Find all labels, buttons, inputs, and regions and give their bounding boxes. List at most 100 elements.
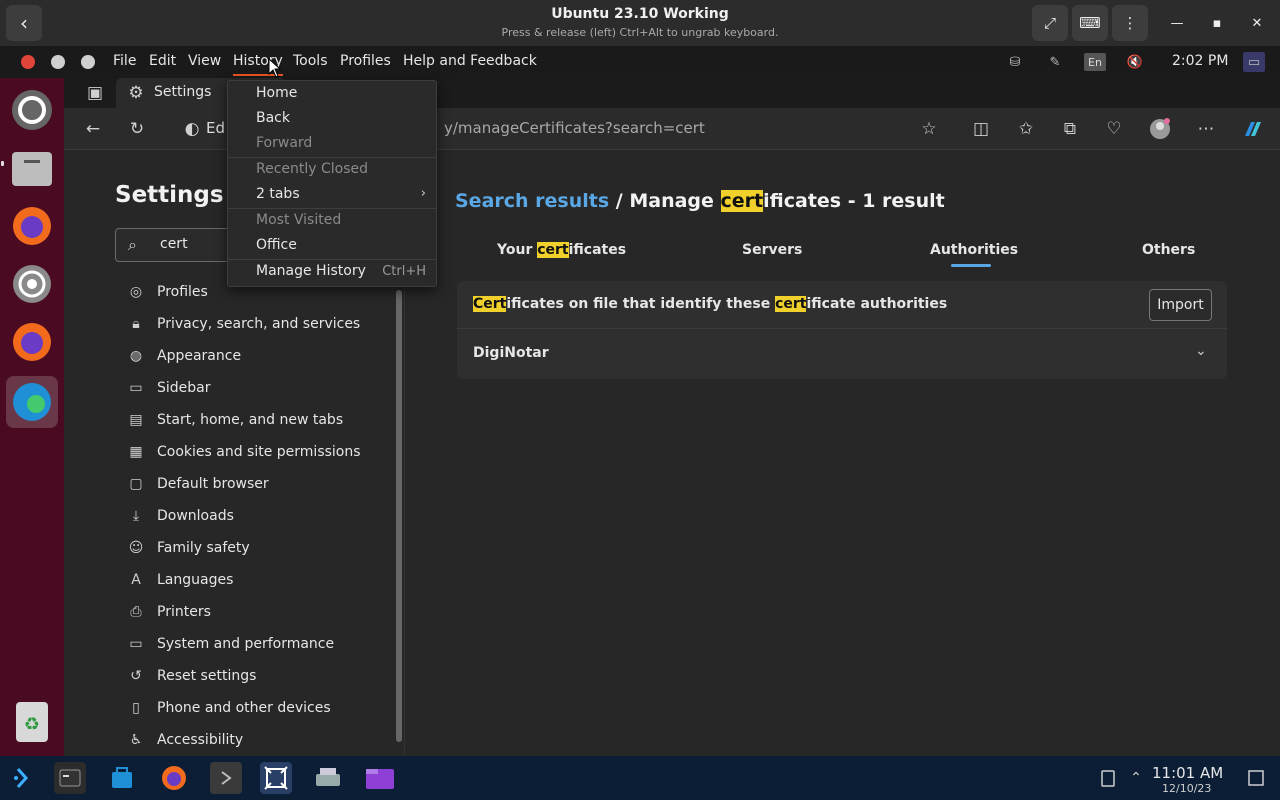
nav-sidebar[interactable]: ▭ Sidebar bbox=[126, 374, 406, 402]
history-home[interactable]: Home bbox=[228, 82, 436, 106]
dock-ubuntu-software[interactable] bbox=[6, 84, 58, 136]
volume-muted-icon[interactable]: 🔇 bbox=[1124, 52, 1146, 72]
family-icon: ☺ bbox=[128, 540, 144, 556]
host-launcher-icon[interactable] bbox=[6, 762, 38, 794]
browser-icon: ▢ bbox=[129, 476, 143, 492]
download-icon: ⤓ bbox=[132, 508, 140, 524]
collections-icon[interactable]: ⧉ bbox=[1058, 117, 1082, 141]
dock-files[interactable] bbox=[6, 142, 58, 194]
nav-downloads[interactable]: ⤓ Downloads bbox=[126, 502, 406, 530]
nav-default-browser[interactable]: ▢ Default browser bbox=[126, 470, 406, 498]
host-store-icon[interactable] bbox=[106, 762, 138, 794]
results-sep: / Manage bbox=[609, 190, 721, 212]
nav-languages[interactable]: A Languages bbox=[126, 566, 406, 594]
host-firefox-icon[interactable] bbox=[158, 762, 190, 794]
more-vertical-icon: ⋮ bbox=[1122, 14, 1138, 32]
host-folder-icon[interactable] bbox=[364, 762, 396, 794]
host-terminal-icon[interactable] bbox=[54, 762, 86, 794]
tab-actions-icon[interactable]: ▣ bbox=[83, 81, 107, 105]
favorite-star-icon[interactable]: ☆ bbox=[917, 117, 941, 141]
history-back-label: Back bbox=[256, 110, 290, 126]
window-minimize-icon[interactable] bbox=[51, 55, 65, 69]
menu-profiles[interactable]: Profiles bbox=[340, 53, 391, 69]
maximize-button[interactable]: ▪ bbox=[1204, 10, 1230, 36]
tab-others[interactable]: Others bbox=[1142, 242, 1195, 258]
menu-help[interactable]: Help and Feedback bbox=[403, 53, 537, 69]
nav-system[interactable]: ▭ System and performance bbox=[126, 630, 406, 658]
nav-phone[interactable]: ▯ Phone and other devices bbox=[126, 694, 406, 722]
close-button[interactable]: ✕ bbox=[1244, 10, 1270, 36]
split-screen-icon[interactable]: ◫ bbox=[969, 117, 993, 141]
nav-printers[interactable]: ⎙ Printers bbox=[126, 598, 406, 626]
authority-entry[interactable]: DigiNotar bbox=[473, 345, 549, 361]
files-icon bbox=[12, 152, 52, 186]
network-icon[interactable]: ⛁ bbox=[1004, 52, 1026, 72]
dock-firefox-2[interactable] bbox=[6, 316, 58, 368]
history-2-tabs[interactable]: 2 tabs › bbox=[228, 183, 436, 207]
language-icon: A bbox=[131, 572, 141, 588]
display-icon[interactable]: ▭ bbox=[1243, 52, 1265, 72]
dock-firefox[interactable] bbox=[6, 200, 58, 252]
tab-your-post: ificates bbox=[568, 242, 627, 258]
menu-tools[interactable]: Tools bbox=[293, 53, 328, 69]
copilot-icon[interactable] bbox=[1240, 117, 1264, 141]
dock-running-indicator bbox=[1, 161, 4, 166]
viewer-menu-button[interactable]: ⋮ bbox=[1112, 5, 1148, 41]
keyboard-layout-indicator[interactable]: En bbox=[1084, 53, 1106, 71]
menu-file[interactable]: File bbox=[113, 53, 136, 69]
nav-family-safety[interactable]: ☺ Family safety bbox=[126, 534, 406, 562]
window-maximize-icon[interactable] bbox=[81, 55, 95, 69]
favorites-icon[interactable]: ✩ bbox=[1014, 117, 1038, 141]
dock-settings[interactable] bbox=[6, 258, 58, 310]
fullscreen-button[interactable]: ⤢ bbox=[1032, 5, 1068, 41]
host-console-icon[interactable] bbox=[210, 762, 242, 794]
address-bar[interactable]: y/manageCertificates?search=cert bbox=[444, 119, 705, 137]
minimize-button[interactable]: — bbox=[1164, 10, 1190, 36]
history-dropdown: Home Back Forward Recently Closed 2 tabs… bbox=[227, 80, 437, 287]
tab-your-certificates[interactable]: Your certificates bbox=[497, 242, 626, 258]
history-manage[interactable]: Manage History Ctrl+H bbox=[228, 260, 436, 284]
nav-accessibility[interactable]: ♿︎ Accessibility bbox=[126, 726, 406, 754]
back-icon[interactable]: ← bbox=[81, 117, 105, 141]
host-time[interactable]: 11:01 AM bbox=[1152, 764, 1223, 782]
history-forward-label: Forward bbox=[256, 135, 313, 151]
history-office[interactable]: Office bbox=[228, 234, 436, 258]
import-button[interactable]: Import bbox=[1149, 289, 1212, 321]
results-rest: ificates - 1 result bbox=[763, 190, 945, 212]
tab-authorities[interactable]: Authorities bbox=[930, 242, 1018, 258]
search-results-link[interactable]: Search results bbox=[455, 190, 609, 212]
host-date[interactable]: 12/10/23 bbox=[1162, 782, 1211, 795]
card-end: ificate authorities bbox=[806, 296, 948, 312]
guest-clock[interactable]: 2:02 PM bbox=[1172, 53, 1228, 69]
nav-start-home[interactable]: ▤ Start, home, and new tabs bbox=[126, 406, 406, 434]
nav-privacy[interactable]: 🔒︎ Privacy, search, and services bbox=[126, 310, 406, 338]
nav-reset[interactable]: ↺ Reset settings bbox=[126, 662, 406, 690]
nav-scrollbar[interactable] bbox=[396, 290, 402, 742]
address-bar-prefix[interactable]: Ed bbox=[206, 119, 225, 137]
firefox-icon bbox=[13, 323, 51, 361]
tab-your-highlight: cert bbox=[537, 242, 569, 258]
host-tray-expand-icon[interactable]: ⌃ bbox=[1120, 762, 1152, 794]
refresh-icon[interactable]: ↻ bbox=[125, 117, 149, 141]
browser-essentials-icon[interactable]: ♡ bbox=[1102, 117, 1126, 141]
host-notifications-icon[interactable] bbox=[1240, 762, 1272, 794]
menu-edit[interactable]: Edit bbox=[149, 53, 176, 69]
nav-appearance[interactable]: ◍ Appearance bbox=[126, 342, 406, 370]
pin-icon[interactable]: ✎ bbox=[1044, 52, 1066, 72]
tab-servers[interactable]: Servers bbox=[742, 242, 802, 258]
history-forward: Forward bbox=[228, 132, 436, 156]
printer-icon: ⎙ bbox=[130, 604, 142, 620]
history-back[interactable]: Back bbox=[228, 107, 436, 131]
dock-trash[interactable]: ♻ bbox=[6, 696, 58, 748]
nav-cookies[interactable]: ▦ Cookies and site permissions bbox=[126, 438, 406, 466]
host-scanner-icon[interactable] bbox=[312, 762, 344, 794]
host-vm-icon[interactable] bbox=[260, 762, 292, 794]
fullscreen-icon: ⤢ bbox=[1043, 14, 1056, 32]
menu-view[interactable]: View bbox=[188, 53, 221, 69]
chevron-down-icon[interactable]: ⌄ bbox=[1195, 343, 1207, 359]
window-close-icon[interactable] bbox=[21, 55, 35, 69]
dock-edge[interactable] bbox=[6, 376, 58, 428]
more-icon[interactable]: ⋯ bbox=[1194, 117, 1218, 141]
keyboard-button[interactable]: ⌨ bbox=[1072, 5, 1108, 41]
profile-avatar-icon[interactable] bbox=[1148, 117, 1172, 141]
